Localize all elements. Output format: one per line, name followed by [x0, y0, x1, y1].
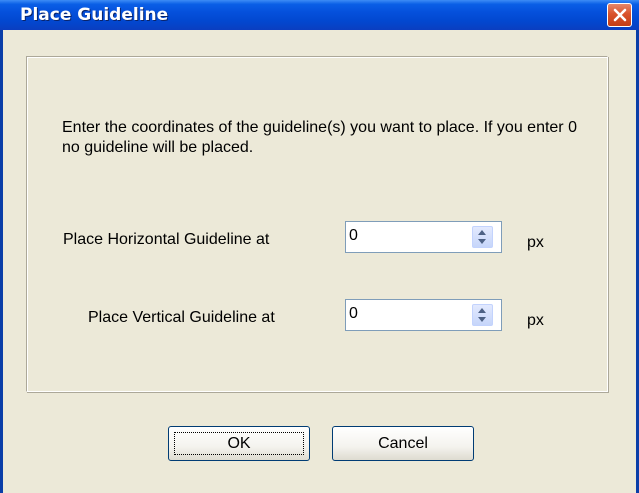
spin-down-icon[interactable] — [478, 239, 486, 244]
horizontal-guideline-spinner — [345, 221, 502, 253]
ok-button[interactable]: OK — [168, 426, 310, 461]
vertical-unit-label: px — [527, 312, 544, 329]
spin-up-icon[interactable] — [478, 308, 486, 313]
focus-rectangle — [174, 432, 304, 455]
close-button[interactable] — [607, 3, 632, 27]
vertical-guideline-spinner — [345, 299, 502, 331]
vertical-spin-buttons[interactable] — [472, 304, 493, 326]
horizontal-guideline-label: Place Horizontal Guideline at — [63, 231, 270, 248]
title-bar[interactable]: Place Guideline — [0, 0, 639, 30]
close-icon — [613, 8, 627, 22]
vertical-guideline-label: Place Vertical Guideline at — [88, 309, 275, 326]
horizontal-guideline-input[interactable] — [349, 225, 461, 247]
guideline-group-box — [26, 56, 608, 392]
window-title: Place Guideline — [20, 5, 169, 25]
cancel-button-label: Cancel — [378, 435, 428, 452]
spin-up-icon[interactable] — [478, 230, 486, 235]
description-text: Enter the coordinates of the guideline(s… — [62, 119, 577, 156]
horizontal-spin-buttons[interactable] — [472, 226, 493, 248]
horizontal-unit-label: px — [527, 234, 544, 251]
vertical-guideline-input[interactable] — [349, 303, 461, 325]
cancel-button[interactable]: Cancel — [332, 426, 474, 461]
spin-down-icon[interactable] — [478, 317, 486, 322]
